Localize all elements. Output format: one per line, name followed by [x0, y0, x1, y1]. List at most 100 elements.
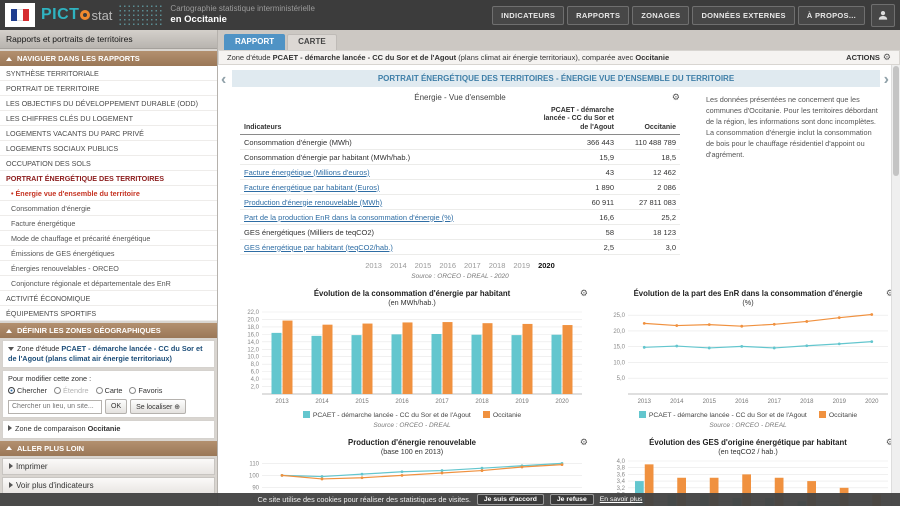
- chevron-down-icon: [8, 347, 14, 351]
- year-option[interactable]: 2019: [513, 261, 530, 270]
- zone-value: 43: [530, 165, 618, 180]
- search-ok-button[interactable]: OK: [105, 399, 127, 414]
- table-row: GES énergétiques (Milliers de teqCO2)581…: [240, 225, 680, 240]
- svg-text:2015: 2015: [703, 399, 717, 405]
- sidebar-report-item[interactable]: LES CHIFFRES CLÉS DU LOGEMENT: [0, 111, 217, 126]
- sidebar-report-item[interactable]: LES OBJECTIFS DU DÉVELOPPEMENT DURABLE (…: [0, 96, 217, 111]
- year-option[interactable]: 2014: [390, 261, 407, 270]
- zone-comparison-block[interactable]: Zone de comparaison Occitanie: [2, 420, 215, 438]
- nav-button-donnees-externes[interactable]: DONNÉES EXTERNES: [692, 6, 794, 25]
- nav-button-rapports[interactable]: RAPPORTS: [567, 6, 629, 25]
- next-report-arrow[interactable]: ›: [884, 72, 889, 88]
- user-button[interactable]: [871, 4, 895, 27]
- svg-text:6,0: 6,0: [251, 370, 260, 376]
- comparison-value: 110 488 789: [618, 135, 680, 150]
- chart-subtitle: (%): [602, 298, 894, 307]
- prev-report-arrow[interactable]: ‹: [221, 72, 226, 88]
- nav-button-indicateurs[interactable]: INDICATEURS: [492, 6, 564, 25]
- chart-title: Évolution des GES d'origine énergétique …: [602, 438, 894, 447]
- tab-rapport[interactable]: RAPPORT: [224, 34, 285, 50]
- zone-value: 15,9: [530, 150, 618, 165]
- cookie-refuse-button[interactable]: Je refuse: [550, 494, 594, 505]
- svg-text:8,0: 8,0: [251, 362, 260, 368]
- sidebar-report-item[interactable]: ACTIVITÉ ÉCONOMIQUE: [0, 291, 217, 306]
- year-option[interactable]: 2016: [439, 261, 456, 270]
- zone-etude-block[interactable]: Zone d'étude PCAET - démarche lancée - C…: [2, 340, 215, 368]
- section-definir-zones[interactable]: DÉFINIR LES ZONES GÉOGRAPHIQUES: [0, 323, 217, 338]
- sidebar-report-item[interactable]: PORTRAIT DE TERRITOIRE: [0, 81, 217, 96]
- picto-stat-logo[interactable]: PICTstat: [41, 6, 112, 24]
- sidebar-report-item[interactable]: LOGEMENTS SOCIAUX PUBLICS: [0, 141, 217, 156]
- year-option[interactable]: 2018: [489, 261, 506, 270]
- table-gear-icon[interactable]: ⚙: [672, 93, 680, 103]
- sidebar-report-item[interactable]: OCCUPATION DES SOLS: [0, 156, 217, 171]
- sidebar-subitem[interactable]: Mode de chauffage et précarité énergétiq…: [0, 231, 217, 246]
- nav-button-a-propos[interactable]: À PROPOS...: [798, 6, 865, 25]
- sidebar-subitem[interactable]: Consommation d'énergie: [0, 201, 217, 216]
- main-panel: RAPPORT CARTE Zone d'étude PCAET - démar…: [218, 30, 900, 506]
- cookie-accept-button[interactable]: Je suis d'accord: [477, 494, 544, 505]
- cookie-more-link[interactable]: En savoir plus: [600, 496, 643, 503]
- indicator-label[interactable]: Production d'énergie renouvelable (MWh): [240, 195, 530, 210]
- logo-text-pict: PICT: [41, 6, 79, 24]
- sidebar-report-item[interactable]: SYNTHÈSE TERRITORIALE: [0, 66, 217, 81]
- sidebar-subitem[interactable]: Conjoncture régionale et départementale …: [0, 276, 217, 291]
- sidebar-subitem[interactable]: Facture énergétique: [0, 216, 217, 231]
- zone-mode-radio[interactable]: Chercher: [8, 386, 47, 395]
- indicator-label: Consommation d'énergie (MWh): [240, 135, 530, 150]
- print-item[interactable]: Imprimer: [2, 458, 215, 475]
- year-option[interactable]: 2017: [464, 261, 481, 270]
- indicator-label[interactable]: Facture énergétique (Millions d'euros): [240, 165, 530, 180]
- top-header: PICTstat Cartographie statistique interm…: [0, 0, 900, 30]
- year-option[interactable]: 2013: [365, 261, 382, 270]
- year-option[interactable]: 2020: [538, 261, 555, 270]
- sidebar-report-item[interactable]: ÉQUIPEMENTS SPORTIFS: [0, 306, 217, 321]
- svg-text:2014: 2014: [670, 399, 684, 405]
- zone-mode-radios: Chercher Étendre Carte Favoris: [8, 386, 209, 395]
- actions-button[interactable]: ACTIONS⚙: [846, 53, 891, 63]
- svg-text:20,0: 20,0: [247, 318, 259, 324]
- app-window: PICTstat Cartographie statistique interm…: [0, 0, 900, 506]
- comparison-value: 25,2: [618, 210, 680, 225]
- chart-consumption-per-capita: Évolution de la consommation d'énergie p…: [236, 289, 588, 429]
- more-indicators-label: Voir plus d'indicateurs: [16, 481, 94, 490]
- zone-value: 58: [530, 225, 618, 240]
- sidebar-subitem[interactable]: Énergies renouvelables - ORCEO: [0, 261, 217, 276]
- year-option[interactable]: 2015: [415, 261, 432, 270]
- indicator-label[interactable]: Part de la production EnR dans la consom…: [240, 210, 530, 225]
- table-row: Consommation d'énergie (MWh)366 443110 4…: [240, 135, 680, 150]
- zone-mode-radio[interactable]: Carte: [96, 386, 123, 395]
- scrollbar-thumb[interactable]: [893, 66, 899, 176]
- svg-text:16,0: 16,0: [247, 333, 259, 339]
- more-indicators-item[interactable]: Voir plus d'indicateurs: [2, 477, 215, 494]
- sidebar-subitem[interactable]: Énergie vue d'ensemble du territoire: [0, 186, 217, 201]
- report-viewport: PORTRAIT ÉNERGÉTIQUE DES TERRITOIRES - É…: [218, 65, 900, 506]
- locate-icon: ⊕: [174, 403, 180, 411]
- sidebar-report-item[interactable]: PORTRAIT ÉNERGÉTIQUE DES TERRITOIRES: [0, 171, 217, 186]
- indicator-label[interactable]: GES énergétique par habitant (teqCO2/hab…: [240, 240, 530, 255]
- zone-info-text: Zone d'étude PCAET - démarche lancée - C…: [227, 53, 669, 62]
- section-aller-plus-loin[interactable]: ALLER PLUS LOIN: [0, 441, 217, 456]
- sidebar-report-item[interactable]: LOGEMENTS VACANTS DU PARC PRIVÉ: [0, 126, 217, 141]
- place-search-input[interactable]: [8, 400, 102, 414]
- info-note: Les données présentées ne concernent que…: [706, 93, 878, 280]
- study-zone-name: PCAET - démarche lancée - CC du Sor et d…: [273, 53, 456, 62]
- logo-dots-pattern: [118, 4, 164, 26]
- sidebar-subitem[interactable]: Émissions de GES énergétiques: [0, 246, 217, 261]
- section-naviguer-rapports[interactable]: NAVIGUER DANS LES RAPPORTS: [0, 51, 217, 66]
- svg-text:3,6: 3,6: [617, 473, 626, 479]
- tab-carte[interactable]: CARTE: [287, 34, 337, 50]
- zone-mode-radio[interactable]: Favoris: [129, 386, 162, 395]
- zone-mode-radio[interactable]: Étendre: [54, 386, 89, 395]
- chart-gear-icon[interactable]: ⚙: [580, 289, 588, 299]
- vertical-scrollbar[interactable]: [891, 65, 900, 506]
- indicator-label[interactable]: Facture énergétique par habitant (Euros): [240, 180, 530, 195]
- section-label: DÉFINIR LES ZONES GÉOGRAPHIQUES: [17, 326, 161, 335]
- locate-button[interactable]: Se localiser ⊕: [130, 399, 186, 414]
- chart-title: Évolution de la consommation d'énergie p…: [236, 289, 588, 298]
- table-row: Part de la production EnR dans la consom…: [240, 210, 680, 225]
- chevron-up-icon: [6, 57, 12, 61]
- chart-gear-icon[interactable]: ⚙: [580, 438, 588, 448]
- nav-button-zonages[interactable]: ZONAGES: [632, 6, 689, 25]
- indicator-label: GES énergétiques (Milliers de teqCO2): [240, 225, 530, 240]
